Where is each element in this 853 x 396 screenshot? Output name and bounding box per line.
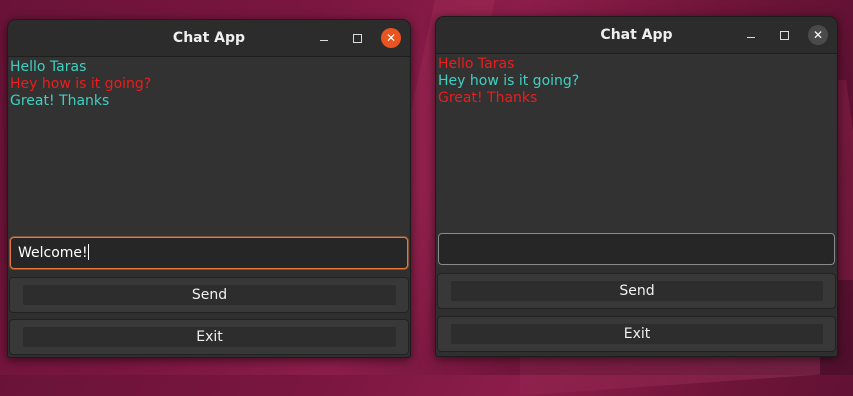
message-item: Hello Taras: [438, 56, 515, 72]
text-caret: [87, 244, 89, 260]
chat-window-left: Chat App ✕ Hello Taras Hey how is it goi…: [7, 19, 411, 358]
close-icon: ✕: [385, 31, 397, 45]
send-button-frame: Send: [9, 277, 409, 313]
exit-button[interactable]: Exit: [23, 327, 396, 347]
message-item: Hey how is it going?: [10, 76, 152, 92]
message-item: Great! Thanks: [438, 90, 538, 106]
maximize-icon: [352, 33, 362, 43]
message-list[interactable]: Hello Taras Hey how is it going? Great! …: [9, 57, 409, 237]
exit-button-frame: Exit: [437, 316, 836, 352]
send-button[interactable]: Send: [23, 285, 396, 305]
minimize-button[interactable]: [314, 28, 334, 48]
send-button[interactable]: Send: [451, 281, 823, 301]
minimize-button[interactable]: [741, 25, 761, 45]
titlebar[interactable]: Chat App ✕: [436, 17, 837, 54]
minimize-icon: [747, 37, 755, 38]
message-input[interactable]: Welcome!: [10, 237, 408, 269]
minimize-icon: [320, 40, 328, 41]
exit-button-frame: Exit: [9, 319, 409, 355]
close-button[interactable]: ✕: [808, 25, 828, 45]
chat-window-right: Chat App ✕ Hello Taras Hey how is it goi…: [435, 16, 838, 357]
exit-button[interactable]: Exit: [451, 324, 823, 344]
message-input-text: Welcome!: [18, 245, 88, 261]
message-item: Hello Taras: [10, 59, 87, 75]
message-item: Great! Thanks: [10, 93, 110, 109]
close-button[interactable]: ✕: [381, 28, 401, 48]
titlebar[interactable]: Chat App ✕: [8, 20, 410, 57]
send-button-frame: Send: [437, 273, 836, 309]
maximize-button[interactable]: [774, 25, 794, 45]
message-list[interactable]: Hello Taras Hey how is it going? Great! …: [437, 54, 836, 234]
close-icon: ✕: [812, 28, 824, 42]
message-input[interactable]: [438, 233, 835, 265]
maximize-icon: [779, 30, 789, 40]
message-item: Hey how is it going?: [438, 73, 580, 89]
maximize-button[interactable]: [347, 28, 367, 48]
